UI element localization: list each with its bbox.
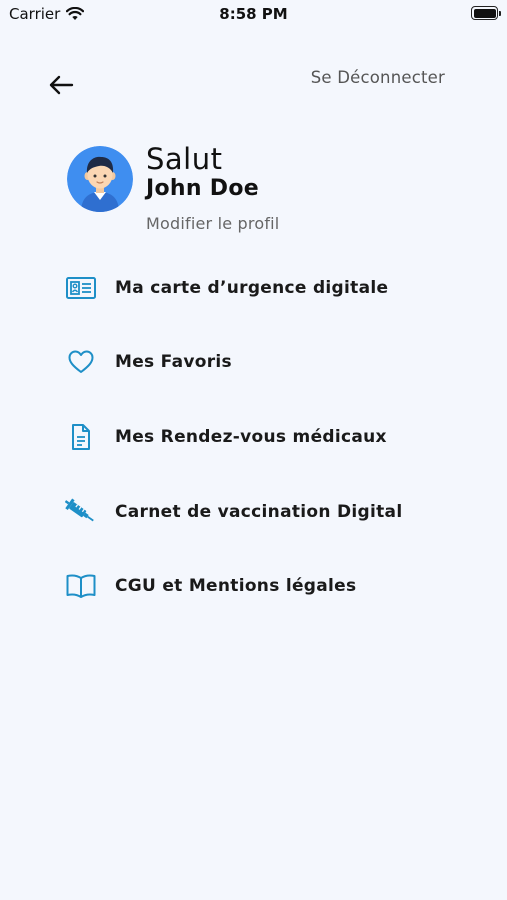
avatar bbox=[67, 146, 133, 212]
menu-item-vaccination[interactable]: Carnet de vaccination Digital bbox=[62, 492, 482, 532]
menu-item-label: Ma carte d’urgence digitale bbox=[115, 278, 389, 298]
back-button[interactable] bbox=[44, 68, 78, 102]
heart-icon bbox=[62, 347, 100, 377]
id-card-icon bbox=[62, 273, 100, 303]
user-name: John Doe bbox=[146, 176, 259, 201]
arrow-left-icon bbox=[49, 75, 74, 95]
document-icon bbox=[62, 422, 100, 452]
menu-item-emergency-card[interactable]: Ma carte d’urgence digitale bbox=[62, 268, 482, 308]
logout-button[interactable]: Se Déconnecter bbox=[311, 68, 445, 87]
book-icon bbox=[62, 571, 100, 601]
edit-profile-link[interactable]: Modifier le profil bbox=[146, 214, 279, 233]
menu-item-appointments[interactable]: Mes Rendez-vous médicaux bbox=[62, 417, 482, 457]
menu-item-legal[interactable]: CGU et Mentions légales bbox=[62, 566, 482, 606]
user-avatar-icon bbox=[67, 146, 133, 212]
menu-item-label: CGU et Mentions légales bbox=[115, 576, 357, 596]
menu-item-label: Carnet de vaccination Digital bbox=[115, 502, 403, 522]
menu-item-label: Mes Favoris bbox=[115, 352, 232, 372]
menu-item-favorites[interactable]: Mes Favoris bbox=[62, 342, 482, 382]
syringe-icon bbox=[62, 497, 100, 527]
greeting-text: Salut bbox=[146, 142, 223, 176]
battery-icon bbox=[471, 6, 501, 20]
status-bar: Carrier 8:58 PM bbox=[0, 0, 507, 30]
menu-item-label: Mes Rendez-vous médicaux bbox=[115, 427, 387, 447]
status-time: 8:58 PM bbox=[219, 5, 288, 23]
